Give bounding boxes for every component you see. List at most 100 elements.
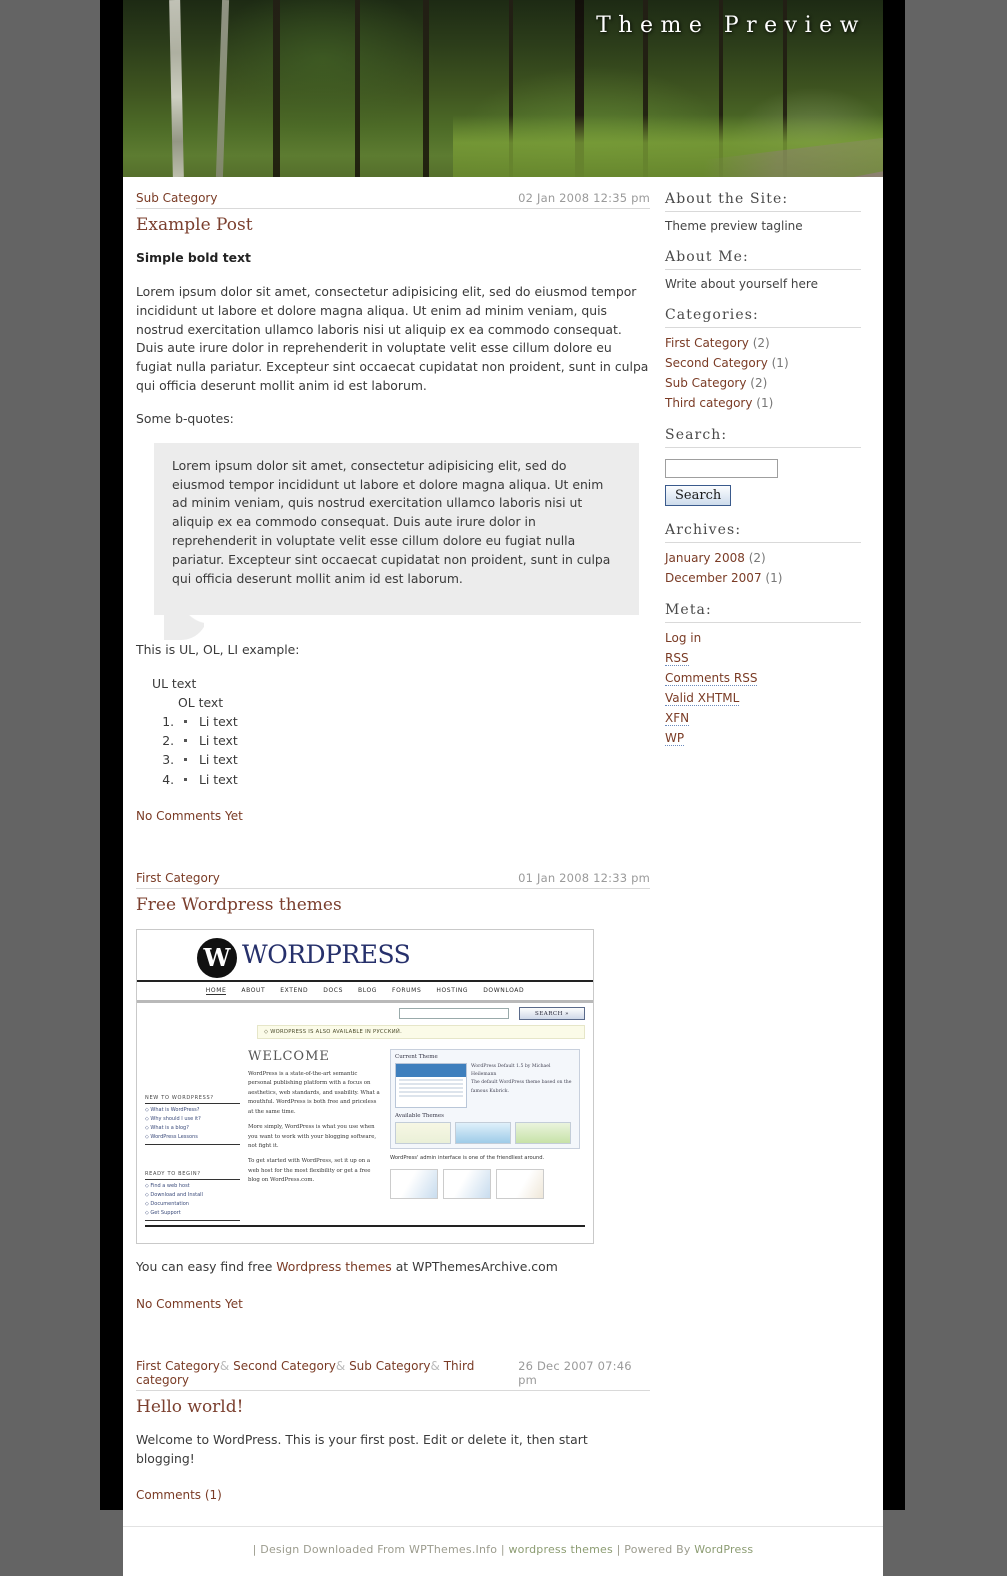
list-intro: This is UL, OL, LI example: (136, 641, 300, 657)
meta-list: Log in RSS Comments RSS Valid XHTML XFN … (665, 628, 861, 748)
archives-list: January 2008 (2) December 2007 (1) (665, 548, 861, 588)
post-body: Simple bold text Lorem ipsum dolor sit a… (136, 249, 650, 823)
sidebar-block-about-site: About the Site: Theme preview tagline (665, 191, 861, 235)
sidebar-text: Theme preview tagline (665, 219, 803, 233)
nav-hosting: HOSTING (436, 987, 469, 995)
sidebar-category-link[interactable]: First Category (665, 336, 749, 350)
li-label: Li text (199, 733, 238, 749)
blockquote-text: Lorem ipsum dolor sit amet, consectetur … (172, 457, 611, 586)
main-layout: Sub Category 02 Jan 2008 12:35 pm Exampl… (123, 177, 883, 1508)
sidebar-category-link[interactable]: Sub Category (665, 376, 746, 390)
screenshot-link: ◇ Why should I use it? (145, 1115, 201, 1122)
category-separator: & (219, 1358, 230, 1373)
page-wrapper: Theme Preview Sub Category 02 Jan 2008 1… (0, 0, 1007, 1576)
meta-link-rss[interactable]: RSS (665, 651, 689, 666)
screenshot-theme-thumbnail (395, 1062, 467, 1108)
post-body: You can easy find free Wordpress themes … (136, 1258, 650, 1311)
category-link[interactable]: First Category (136, 871, 220, 885)
comments-link[interactable]: No Comments Yet (136, 1297, 243, 1311)
search-button[interactable]: Search (665, 485, 732, 506)
square-bullet-icon (184, 777, 187, 781)
sidebar-block-meta: Meta: Log in RSS Comments RSS Valid XHTM… (665, 602, 861, 748)
categories-list: First Category (2) Second Category (1) S… (665, 333, 861, 413)
category-link[interactable]: Sub Category (349, 1359, 430, 1373)
caption-prefix: You can easy find free (136, 1258, 277, 1274)
list-item: XFN (665, 708, 861, 728)
category-count: (1) (756, 396, 774, 410)
nav-blog: BLOG (358, 987, 378, 995)
list-item: Comments RSS (665, 668, 861, 688)
list-item: Li text (178, 731, 650, 750)
sidebar-category-link[interactable]: Second Category (665, 356, 768, 370)
divider (145, 1224, 585, 1227)
footer-link-wpthemes[interactable]: WPThemes.Info (409, 1543, 497, 1556)
category-link[interactable]: First Category (136, 1359, 220, 1373)
screenshot-welcome-heading: WELCOME (248, 1048, 330, 1064)
screenshot-theme-box: WordPress Default 1.5 by Michael Heilema… (395, 1062, 575, 1108)
category-link[interactable]: Sub Category (136, 191, 217, 205)
screenshot-panel-title: Current Theme (395, 1053, 438, 1060)
screenshot-search-button: SEARCH » (519, 1006, 585, 1020)
book-thumbnail (443, 1169, 491, 1200)
screenshot-right-column: Current Theme WordPress Default 1.5 by M… (390, 1048, 580, 1221)
nav-home: HOME (205, 986, 227, 995)
meta-link-wp[interactable]: WP (665, 731, 685, 746)
post-paragraph: Lorem ipsum dolor sit amet, consectetur … (136, 283, 649, 394)
list-item: December 2007 (1) (665, 568, 861, 588)
footer-text-2: | (497, 1543, 509, 1557)
sidebar: About the Site: Theme preview tagline Ab… (660, 177, 873, 762)
wordpress-wordmark: WORDPRESS (242, 939, 411, 969)
wordpress-themes-link[interactable]: Wordpress themes (276, 1259, 392, 1274)
footer-text-1: | Design Downloaded From (252, 1543, 410, 1557)
sidebar-text: Write about yourself here (665, 277, 818, 291)
screenshot-theme-name: WordPress Default 1.5 by Michael Heilema… (471, 1063, 551, 1078)
post-title: Hello world! (136, 1396, 244, 1417)
post-meta-bar: First Category 01 Jan 2008 12:33 pm (136, 871, 650, 889)
meta-link-xfn[interactable]: XFN (665, 711, 690, 726)
screenshot-theme-preview (515, 1121, 571, 1144)
list-item: First Category (2) (665, 333, 861, 353)
site-title: Theme Preview (596, 13, 866, 38)
wordpress-homepage-screenshot: W WORDPRESS HOME ABOUT EXTEND DOCS BLOG … (136, 928, 594, 1244)
search-input[interactable] (665, 459, 778, 478)
archive-link[interactable]: January 2008 (665, 551, 745, 565)
comments-link[interactable]: Comments (1) (136, 1488, 222, 1502)
post-title: Example Post (136, 215, 253, 235)
post-date: 02 Jan 2008 12:35 pm (518, 191, 650, 205)
category-count: (1) (771, 356, 789, 370)
nav-forums: FORUMS (392, 987, 422, 995)
site-container: Theme Preview Sub Category 02 Jan 2008 1… (123, 0, 883, 1576)
screenshot-logo-row: W WORDPRESS (137, 930, 593, 980)
list-item: Sub Category (2) (665, 373, 861, 393)
meta-link-login[interactable]: Log in (665, 631, 701, 645)
post-date: 26 Dec 2007 07:46 pm (518, 1358, 632, 1387)
footer-text-3: | Powered By (612, 1543, 695, 1557)
post-categories: First Category& Second Category& Sub Cat… (136, 1359, 518, 1387)
footer-link-wordpress[interactable]: WordPress (694, 1543, 753, 1556)
caption-suffix: at WPThemesArchive.com (391, 1258, 558, 1274)
screenshot-available-row (395, 1121, 575, 1144)
sidebar-block-about-me: About Me: Write about yourself here (665, 249, 861, 293)
category-link[interactable]: Second Category (233, 1359, 336, 1373)
square-bullet-icon (184, 739, 187, 743)
screenshot-middle-column: WELCOME WordPress is a state-of-the-art … (240, 1049, 390, 1221)
screenshot-link: ◇ WordPress Lessons (145, 1133, 198, 1140)
meta-link-comments-rss[interactable]: Comments RSS (665, 671, 758, 686)
li-label: Li text (199, 752, 238, 768)
screenshot-paragraph-1: WordPress is a state-of-the-art semantic… (248, 1070, 380, 1115)
meta-link-valid-xhtml[interactable]: Valid XHTML (665, 691, 740, 706)
archive-link[interactable]: December 2007 (665, 571, 762, 585)
comments-link[interactable]: No Comments Yet (136, 809, 243, 823)
sidebar-category-link[interactable]: Third category (665, 396, 752, 410)
ordered-list: Li text Li text Li text Li text (156, 712, 650, 789)
list-item: Log in (665, 628, 861, 648)
ol-label: OL text (178, 694, 224, 710)
footer-link-wordpress-themes[interactable]: wordpress themes (508, 1543, 613, 1556)
screenshot-admin-caption: WordPress' admin interface is one of the… (390, 1154, 545, 1161)
sidebar-heading-categories: Categories: (665, 307, 861, 328)
screenshot-nav: HOME ABOUT EXTEND DOCS BLOG FORUMS HOSTI… (137, 982, 593, 1000)
post-paragraph: Welcome to WordPress. This is your first… (136, 1431, 588, 1466)
screenshot-link: ◇ Find a web host (145, 1182, 190, 1189)
list-item: January 2008 (2) (665, 548, 861, 568)
post-bold-line: Simple bold text (136, 250, 251, 265)
